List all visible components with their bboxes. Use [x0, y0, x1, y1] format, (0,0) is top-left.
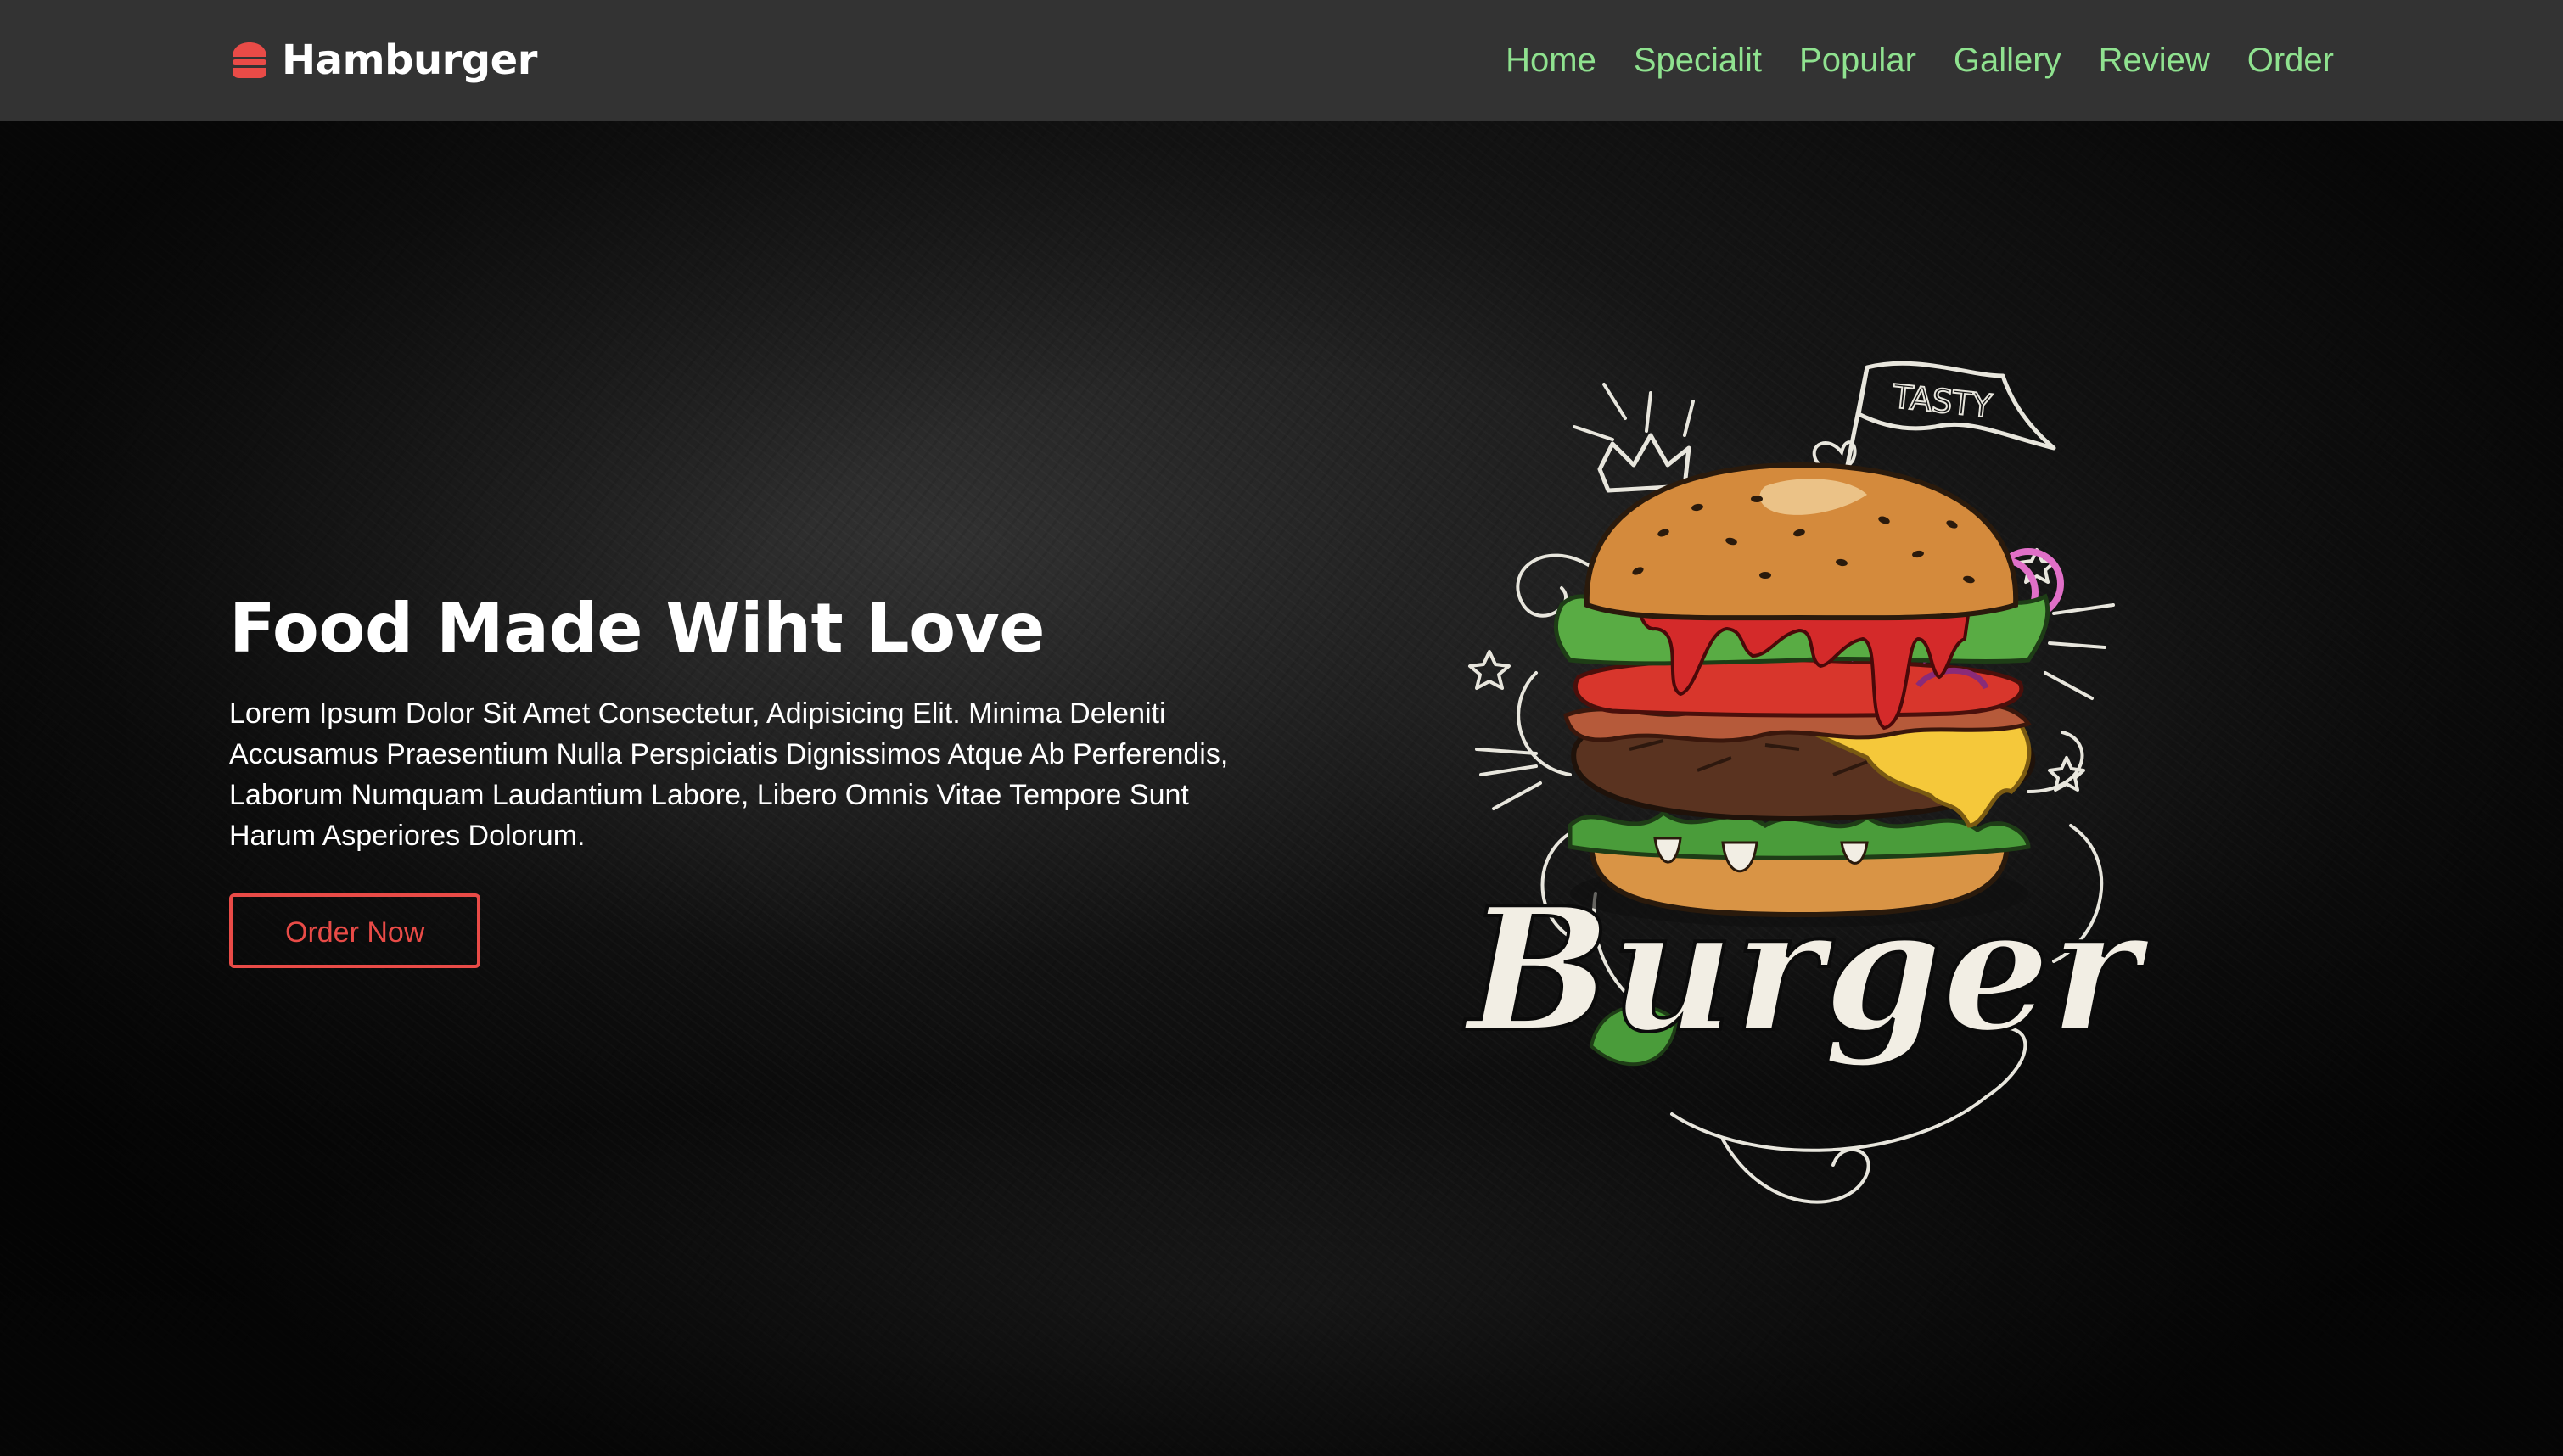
order-now-button[interactable]: Order Now — [229, 893, 481, 968]
hamburger-icon — [233, 42, 266, 78]
nav-link-order[interactable]: Order — [2247, 32, 2334, 88]
nav-link-review[interactable]: Review — [2099, 32, 2210, 88]
navbar: Hamburger Home Specialit Popular Gallery… — [0, 0, 2563, 121]
flag-text: TASTY — [1890, 378, 1994, 425]
nav-link-specialit[interactable]: Specialit — [1634, 32, 1762, 88]
burger-illustration: TASTY Burger — [1461, 361, 2152, 1204]
brand-logo[interactable]: Hamburger — [229, 32, 537, 88]
brand-name: Hamburger — [282, 36, 537, 84]
nav-link-popular[interactable]: Popular — [1799, 32, 1916, 88]
nav-link-gallery[interactable]: Gallery — [1954, 32, 2061, 88]
burger-script-text: Burger — [1463, 871, 2151, 1070]
hero-title: Food Made Wiht Love — [229, 589, 1045, 668]
nav-link-home[interactable]: Home — [1506, 32, 1596, 88]
page: Hamburger Home Specialit Popular Gallery… — [0, 0, 2563, 1456]
hero-section: Food Made Wiht Love Lorem Ipsum Dolor Si… — [0, 121, 2563, 1456]
hero-description: Lorem Ipsum Dolor Sit Amet Consectetur, … — [229, 697, 1229, 852]
hero-content: Food Made Wiht Love Lorem Ipsum Dolor Si… — [229, 588, 1273, 968]
main-nav: Home Specialit Popular Gallery Review Or… — [1506, 32, 2334, 88]
